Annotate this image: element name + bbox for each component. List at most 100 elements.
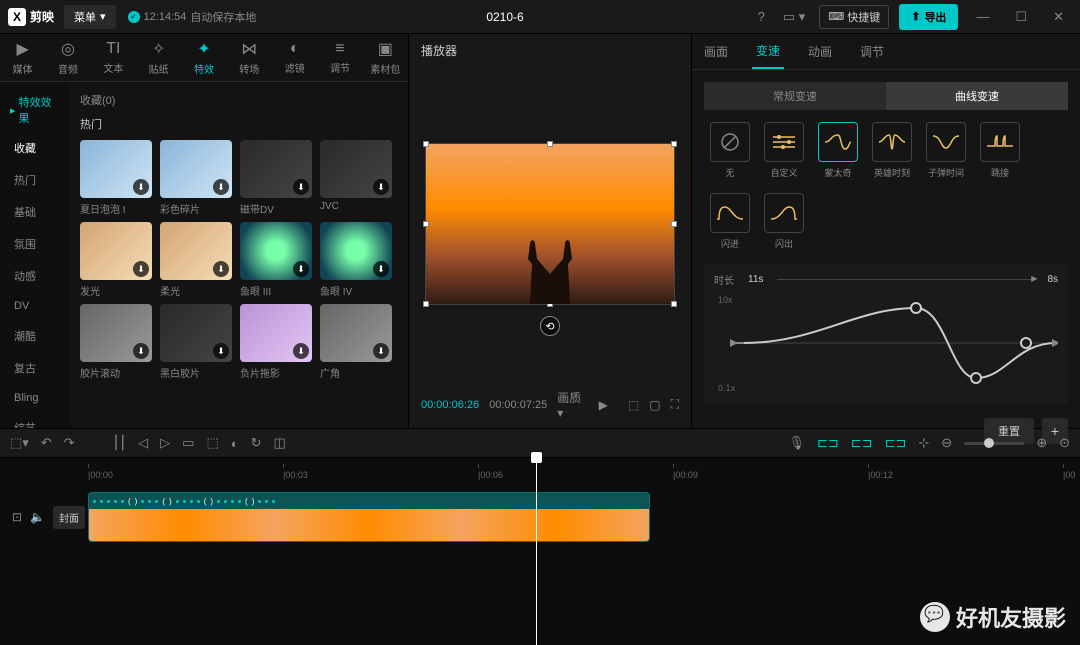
download-icon[interactable]: ⬇: [373, 343, 389, 359]
download-icon[interactable]: ⬇: [213, 179, 229, 195]
freeze-icon[interactable]: ⬚: [206, 435, 218, 451]
download-icon[interactable]: ⬇: [213, 343, 229, 359]
effect-thumb[interactable]: ⬇夏日泡泡 I: [80, 140, 152, 216]
speed-preset-custom[interactable]: 自定义: [764, 122, 804, 179]
ratio-icon[interactable]: ▢: [649, 398, 660, 412]
layout-icon[interactable]: ▭ ▾: [779, 5, 809, 29]
download-icon[interactable]: ⬇: [373, 261, 389, 277]
resize-handle[interactable]: [547, 141, 553, 147]
download-icon[interactable]: ⬇: [293, 179, 309, 195]
sidebar-item[interactable]: DV: [0, 292, 70, 320]
record-icon[interactable]: 🎙: [788, 435, 805, 451]
delete-left-icon[interactable]: ◁: [138, 435, 148, 451]
magnet-track-icon[interactable]: ⊏⊐: [851, 435, 873, 451]
delete-right-icon[interactable]: ▷: [160, 435, 170, 451]
speed-preset-jump[interactable]: 跳接: [980, 122, 1020, 179]
tab-adjust[interactable]: ≡调节: [317, 40, 362, 75]
effect-thumb[interactable]: ⬇黑白胶片: [160, 304, 232, 380]
zoom-fit-icon[interactable]: ⊙: [1059, 435, 1070, 451]
maximize-icon[interactable]: ☐: [1007, 5, 1035, 29]
track-toggle-icon[interactable]: ⊡: [12, 510, 22, 524]
speed-preset-hero[interactable]: 英雄时刻: [872, 122, 912, 179]
video-clip[interactable]: () () () (): [88, 492, 650, 542]
sidebar-item[interactable]: 基础: [0, 196, 70, 228]
download-icon[interactable]: ⬇: [133, 343, 149, 359]
crop-icon[interactable]: ◫: [274, 435, 286, 451]
playhead[interactable]: [536, 458, 537, 645]
effect-thumb[interactable]: ⬇鱼眼 III: [240, 222, 312, 298]
speed-preset-none[interactable]: 无: [710, 122, 750, 179]
effect-thumb[interactable]: ⬇JVC: [320, 140, 392, 216]
tab-audio[interactable]: ◎音频: [45, 39, 90, 76]
tab-filter[interactable]: ◐滤镜: [272, 40, 317, 75]
tab-transition[interactable]: ⋈转场: [227, 39, 272, 76]
redo-icon[interactable]: ↷: [64, 435, 75, 451]
speed-tab[interactable]: 常规变速: [704, 82, 886, 110]
tab-pack[interactable]: ▣素材包: [363, 39, 408, 76]
speed-preset-flashin[interactable]: 闪进: [710, 193, 750, 250]
download-icon[interactable]: ⬇: [293, 343, 309, 359]
speed-preset-flashout[interactable]: 闪出: [764, 193, 804, 250]
effect-thumb[interactable]: ⬇发光: [80, 222, 152, 298]
effect-thumb[interactable]: ⬇负片拖影: [240, 304, 312, 380]
sidebar-item[interactable]: 潮酷: [0, 320, 70, 352]
effect-thumb[interactable]: ⬇彩色碎片: [160, 140, 232, 216]
right-tab[interactable]: 变速: [752, 34, 784, 69]
curve-anchor[interactable]: [971, 373, 981, 383]
preview-axis-icon[interactable]: ⊹: [918, 435, 929, 451]
effect-thumb[interactable]: ⬇鱼眼 IV: [320, 222, 392, 298]
cover-button[interactable]: 封面: [53, 506, 85, 529]
curve-anchor[interactable]: [911, 303, 921, 313]
sidebar-item[interactable]: 热门: [0, 164, 70, 196]
speed-preset-bullet[interactable]: 子弹时间: [926, 122, 966, 179]
track-mute-icon[interactable]: 🔈: [30, 510, 45, 524]
rotate-icon[interactable]: ↻: [251, 435, 262, 451]
rotate-icon[interactable]: ⟲: [540, 316, 560, 336]
sidebar-item[interactable]: 收藏: [0, 132, 70, 164]
video-canvas[interactable]: ⟲: [425, 143, 675, 305]
speed-tab[interactable]: 曲线变速: [886, 82, 1068, 110]
export-button[interactable]: ⬆ 导出: [899, 4, 958, 30]
effect-thumb[interactable]: ⬇磁带DV: [240, 140, 312, 216]
speed-preset-montage[interactable]: 蒙太奇: [818, 122, 858, 179]
download-icon[interactable]: ⬇: [133, 261, 149, 277]
shortcut-button[interactable]: ⌨ 快捷键: [819, 5, 889, 29]
tab-media[interactable]: ▶媒体: [0, 39, 45, 76]
mirror-icon[interactable]: ◐: [231, 436, 239, 451]
magnet-main-icon[interactable]: ⊏⊐: [817, 435, 839, 451]
right-tab[interactable]: 调节: [856, 35, 888, 68]
sidebar-item[interactable]: 动感: [0, 260, 70, 292]
tab-effect[interactable]: ✦特效: [181, 39, 226, 76]
split-icon[interactable]: ⎮⎮: [113, 435, 127, 451]
tab-text[interactable]: TI文本: [91, 40, 136, 75]
download-icon[interactable]: ⬇: [133, 179, 149, 195]
zoom-in-icon[interactable]: ⊕: [1036, 435, 1047, 451]
effect-thumb[interactable]: ⬇胶片滚动: [80, 304, 152, 380]
right-tab[interactable]: 动画: [804, 35, 836, 68]
selection-tool-icon[interactable]: ⬚▾: [10, 435, 29, 451]
zoom-slider[interactable]: [964, 442, 1024, 445]
download-icon[interactable]: ⬇: [213, 261, 229, 277]
sidebar-item[interactable]: 综艺: [0, 412, 70, 428]
quality-label[interactable]: 画质 ▾: [557, 389, 588, 420]
menu-button[interactable]: 菜单 ▾: [64, 5, 116, 29]
resize-handle[interactable]: [671, 141, 677, 147]
link-icon[interactable]: ⊏⊐: [885, 435, 907, 451]
delete-icon[interactable]: ▭: [182, 435, 194, 451]
sidebar-item[interactable]: Bling: [0, 384, 70, 412]
fullscreen-icon[interactable]: ⛶: [671, 397, 679, 412]
effect-thumb[interactable]: ⬇柔光: [160, 222, 232, 298]
speed-curve-graph[interactable]: 10x 0.1x: [714, 293, 1058, 393]
minimize-icon[interactable]: —: [968, 5, 997, 28]
compare-icon[interactable]: ⬚: [628, 398, 639, 412]
download-icon[interactable]: ⬇: [293, 261, 309, 277]
close-icon[interactable]: ✕: [1045, 5, 1072, 29]
sidebar-item[interactable]: 氛围: [0, 228, 70, 260]
effect-thumb[interactable]: ⬇广角: [320, 304, 392, 380]
undo-icon[interactable]: ↶: [41, 435, 52, 451]
right-tab[interactable]: 画面: [700, 35, 732, 68]
curve-anchor[interactable]: [1021, 338, 1031, 348]
help-icon[interactable]: ?: [754, 5, 769, 28]
play-icon[interactable]: ▶: [599, 398, 608, 412]
download-icon[interactable]: ⬇: [373, 179, 389, 195]
